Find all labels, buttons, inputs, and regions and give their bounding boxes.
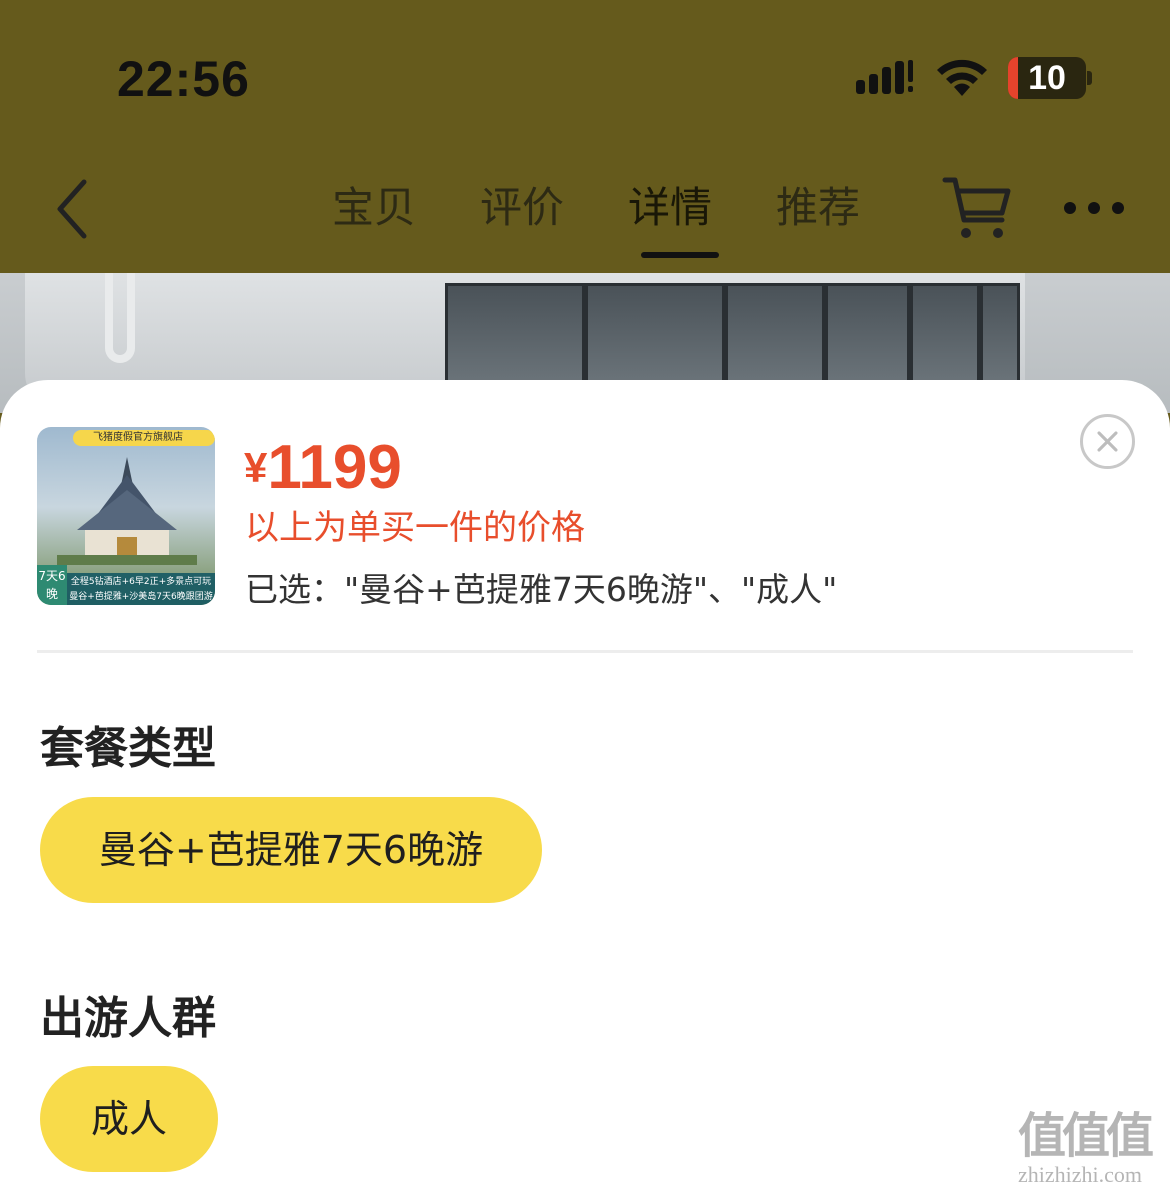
traveler-type-title: 出游人群 [40, 993, 216, 1044]
price-value: 1199 [267, 433, 402, 502]
temple-image [57, 457, 197, 565]
active-tab-indicator [641, 252, 719, 258]
selected-summary: 已选："曼谷+芭提雅7天6晚游"、"成人" [245, 570, 838, 609]
cart-icon[interactable] [942, 175, 1014, 241]
watermark-url: zhizhizhi.com [1018, 1162, 1143, 1187]
tab-item[interactable]: 宝贝 [300, 178, 448, 258]
back-icon[interactable] [50, 178, 100, 240]
thumbnail-caption-line1: 全程5钻酒店+6早2正+多景点可玩 [70, 577, 212, 587]
tab-label: 详情 [627, 183, 712, 232]
currency-symbol: ¥ [244, 444, 268, 491]
package-option-selected[interactable]: 曼谷+芭提雅7天6晚游 [40, 797, 542, 903]
battery-tip [1087, 71, 1092, 85]
watermark: 值值值 zhizhizhi.com [1018, 1112, 1168, 1192]
status-bar: 22:56 10 [0, 0, 1170, 150]
product-thumbnail[interactable]: 飞猪度假官方旗舰店 7天6晚 全程5钻酒店+6早2正+多景点可玩 曼谷+芭提雅+… [37, 427, 215, 605]
watermark-logo: 值值值 [1018, 1110, 1154, 1163]
divider [37, 650, 1133, 653]
tab-label: 推荐 [775, 183, 860, 232]
traveler-option-selected[interactable]: 成人 [40, 1066, 218, 1172]
thumbnail-shop-badge: 飞猪度假官方旗舰店 [73, 430, 215, 446]
thumbnail-caption-line2: 曼谷+芭提雅+沙美岛7天6晚跟团游 [69, 592, 213, 602]
thumbnail-caption: 全程5钻酒店+6早2正+多景点可玩 曼谷+芭提雅+沙美岛7天6晚跟团游 [67, 573, 215, 605]
thumbnail-days-label: 7天6晚 [37, 565, 67, 605]
package-type-title: 套餐类型 [40, 723, 216, 774]
close-icon[interactable] [1080, 414, 1135, 469]
tab-label: 评价 [479, 183, 564, 232]
battery-icon: 10 [1008, 57, 1086, 99]
tab-label: 宝贝 [331, 183, 416, 232]
wifi-icon [937, 59, 987, 96]
tab-reviews[interactable]: 评价 [448, 178, 596, 258]
battery-level: 10 [1028, 59, 1066, 97]
cellular-signal-icon [856, 60, 913, 94]
tab-bar: 宝贝 评价 详情 推荐 [300, 178, 892, 258]
tab-recommend[interactable]: 推荐 [744, 178, 892, 258]
status-time: 22:56 [117, 51, 250, 107]
tab-details[interactable]: 详情 [596, 178, 744, 258]
sku-sheet: 飞猪度假官方旗舰店 7天6晚 全程5钻酒店+6早2正+多景点可玩 曼谷+芭提雅+… [0, 380, 1170, 1195]
price-note: 以上为单买一件的价格 [245, 508, 585, 548]
more-icon[interactable] [1058, 188, 1130, 228]
price: ¥1199 [244, 432, 402, 503]
top-nav: 宝贝 评价 详情 推荐 [0, 150, 1170, 273]
